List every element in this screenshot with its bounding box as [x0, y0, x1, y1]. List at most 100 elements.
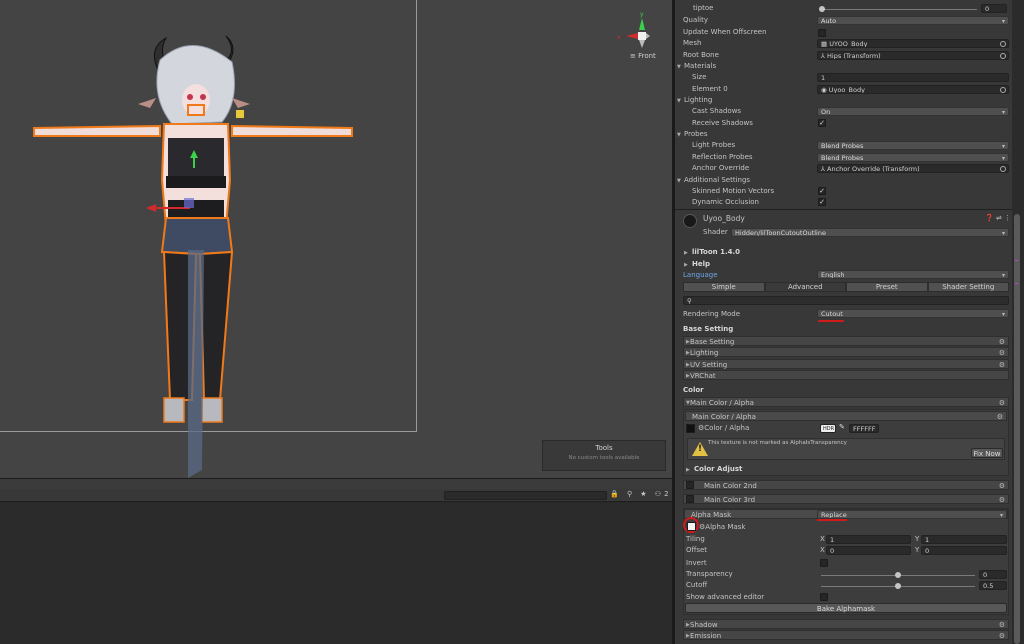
tab-shader-setting[interactable]: Shader Setting [927, 282, 1009, 292]
liltoon-foldout-icon[interactable]: ▶ [684, 250, 688, 256]
lower-search-input[interactable] [444, 491, 607, 500]
gear-icon[interactable]: ⚙ [997, 412, 1003, 422]
search-icon: ⚲ [687, 297, 692, 305]
gear-icon[interactable]: ⚙ [999, 360, 1005, 370]
material-header-icons[interactable]: ❓ ⇌ ⋮ [985, 213, 1011, 224]
section-lighting[interactable]: ▶ Lighting ⚙ [683, 347, 1009, 357]
color-adjust-header[interactable]: Color Adjust [694, 464, 742, 475]
gear-icon[interactable]: ⚙ [999, 481, 1005, 491]
chevron-right-icon: ▶ [686, 350, 690, 356]
light-probes-dropdown[interactable]: Blend Probes [817, 141, 1009, 150]
material-name: Uyoo_Body [703, 214, 745, 223]
projection-label[interactable]: ≡ Front [630, 52, 656, 60]
scene-view[interactable]: y x ≡ Front Tools No custom tools availa… [0, 0, 672, 478]
tiling-y-field[interactable]: 1 [921, 535, 1007, 544]
gear-icon[interactable]: ⚙ [999, 348, 1005, 358]
element0-field[interactable]: ◉ Uyoo_Body [817, 85, 1009, 94]
skinned-motion-checkbox[interactable]: ✓ [818, 187, 826, 195]
color-adjust-foldout-icon[interactable]: ▶ [686, 467, 690, 473]
main-color-3rd-checkbox[interactable] [686, 495, 694, 503]
help-foldout-icon[interactable]: ▶ [684, 262, 688, 268]
offset-y-field[interactable]: 0 [921, 546, 1007, 555]
materials-header[interactable]: Materials [684, 61, 716, 72]
gear-icon[interactable]: ⚙ [999, 495, 1005, 505]
section-main-color-2nd[interactable]: Main Color 2nd ⚙ [683, 480, 1009, 490]
liltoon-version[interactable]: lilToon 1.4.0 [692, 247, 740, 258]
gizmo-y-label: y [640, 11, 644, 18]
probes-foldout-icon[interactable]: ▼ [677, 132, 681, 138]
cutoff-label: Cutoff [686, 581, 708, 589]
main-color-alpha-inner-header: Main Color / Alpha ⚙ [685, 411, 1007, 421]
rendering-mode-dropdown[interactable]: Cutout [817, 309, 1009, 318]
section-main-color-alpha[interactable]: ▼ Main Color / Alpha ⚙ [683, 397, 1009, 407]
anchor-override-field[interactable]: ⅄ Anchor Override (Transform) [817, 164, 1009, 173]
transparency-slider[interactable] [821, 572, 975, 578]
tiptoe-value[interactable]: 0 [981, 4, 1007, 13]
lower-toolbar-icons[interactable]: 🔒 ⚲ ★ ⚇2 [610, 490, 672, 498]
texture-thumbnail[interactable] [686, 424, 695, 433]
quality-dropdown[interactable]: Auto [817, 16, 1009, 25]
tiptoe-slider[interactable] [819, 6, 977, 12]
cutoff-slider[interactable] [821, 583, 975, 589]
offset-x-field[interactable]: 0 [826, 546, 911, 555]
rendering-mode-label: Rendering Mode [683, 310, 741, 318]
rootbone-field[interactable]: ⅄ Hips (Transform) [817, 51, 1009, 60]
cast-shadows-label: Cast Shadows [692, 107, 742, 115]
chevron-right-icon: ▶ [686, 622, 690, 628]
size-field[interactable]: 1 [817, 73, 1009, 82]
hex-color-field[interactable]: FFFFFF [849, 424, 879, 433]
offscreen-checkbox[interactable] [818, 29, 826, 37]
tab-simple[interactable]: Simple [683, 282, 765, 292]
size-label: Size [692, 73, 707, 81]
tiling-x-label: X [820, 535, 825, 543]
scrollbar-thumb[interactable] [1014, 214, 1020, 644]
alpha-warning-box: This texture is not marked as AlphaIsTra… [687, 438, 1005, 460]
tab-preset[interactable]: Preset [846, 282, 928, 292]
language-dropdown[interactable]: English [817, 270, 1009, 279]
section-shadow[interactable]: ▶ Shadow ⚙ [683, 619, 1009, 629]
lighting-foldout-icon[interactable]: ▼ [677, 98, 681, 104]
tab-advanced[interactable]: Advanced [764, 282, 846, 292]
bake-alphamask-button[interactable]: Bake Alphamask [685, 603, 1007, 613]
fix-now-button[interactable]: Fix Now [971, 448, 1003, 458]
help-header[interactable]: Help [692, 259, 710, 270]
gear-icon[interactable]: ⚙ [999, 337, 1005, 347]
section-base-setting[interactable]: ▶ Base Setting ⚙ [683, 336, 1009, 346]
materials-foldout-icon[interactable]: ▼ [677, 64, 681, 70]
dynamic-occlusion-checkbox[interactable]: ✓ [818, 198, 826, 206]
advanced-editor-checkbox[interactable] [820, 593, 828, 601]
section-vrchat[interactable]: ▶ VRChat [683, 370, 1009, 380]
mesh-label: Mesh [683, 39, 702, 47]
section-emission[interactable]: ▶ Emission ⚙ [683, 630, 1009, 640]
transparency-value[interactable]: 0 [979, 570, 1007, 579]
hdr-color-swatch[interactable]: HDR [820, 424, 836, 433]
scene-orientation-gizmo[interactable]: y x [612, 8, 652, 48]
additional-foldout-icon[interactable]: ▼ [677, 178, 681, 184]
gear-icon[interactable]: ⚙ [999, 398, 1005, 408]
additional-settings-header[interactable]: Additional Settings [684, 175, 750, 186]
eyedropper-icon[interactable]: ✎ [839, 422, 845, 433]
cutoff-value[interactable]: 0.5 [979, 581, 1007, 590]
tiling-x-field[interactable]: 1 [826, 535, 911, 544]
main-color-2nd-checkbox[interactable] [686, 481, 694, 489]
section-main-color-3rd[interactable]: Main Color 3rd ⚙ [683, 494, 1009, 504]
section-uv-setting[interactable]: ▶ UV Setting ⚙ [683, 359, 1009, 369]
annotation-underline-cutout [818, 320, 844, 322]
gear-icon[interactable]: ⚙ [999, 620, 1005, 630]
lighting-header[interactable]: Lighting [684, 95, 712, 106]
reflection-probes-dropdown[interactable]: Blend Probes [817, 153, 1009, 162]
probes-header[interactable]: Probes [684, 129, 708, 140]
language-label: Language [683, 271, 718, 279]
material-search-input[interactable]: ⚲ [683, 296, 1009, 305]
color-alpha-label: ⚙Color / Alpha [698, 424, 750, 432]
gear-icon[interactable]: ⚙ [999, 631, 1005, 641]
mesh-field[interactable]: ▦ UYOO_Body [817, 39, 1009, 48]
inspector-scrollbar[interactable] [1012, 0, 1024, 644]
alpha-mask-mode-dropdown[interactable]: Replace [817, 510, 1007, 519]
alpha-mask-texture-slot[interactable] [687, 522, 696, 531]
invert-checkbox[interactable] [820, 559, 828, 567]
avatar-model[interactable] [0, 0, 672, 478]
shader-dropdown[interactable]: Hidden/lilToonCutoutOutline [731, 228, 1009, 237]
receive-shadows-checkbox[interactable]: ✓ [818, 119, 826, 127]
cast-shadows-dropdown[interactable]: On [817, 107, 1009, 116]
